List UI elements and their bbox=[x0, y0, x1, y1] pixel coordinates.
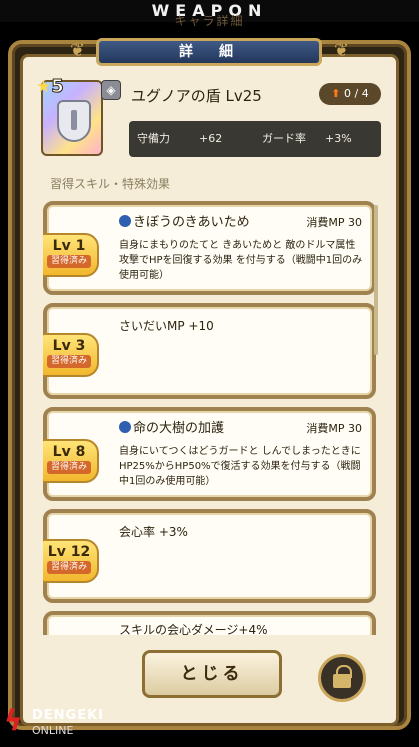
skill-card[interactable]: Lv 12 習得済み 会心率 +3% bbox=[43, 509, 376, 603]
watermark-brand-sub: ONLINE bbox=[32, 724, 74, 737]
skill-card[interactable]: Lv 8 習得済み 命の大樹の加護 消費MP 30 自身にいてつくはどうガードと… bbox=[43, 407, 376, 501]
mp-cost: 消費MP 30 bbox=[306, 216, 362, 229]
level-tag: Lv 1 習得済み bbox=[43, 233, 99, 277]
skill-title: 命の大樹の加護 bbox=[119, 417, 224, 436]
item-name: ユグノアの盾 Lv25 bbox=[131, 87, 262, 105]
rarity-badge: ★5 bbox=[36, 76, 64, 98]
screen-title: キャラ詳細 bbox=[174, 14, 245, 28]
defense-value: +62 bbox=[199, 132, 223, 145]
skill-card[interactable]: Lv 1 習得済み きぼうのきあいため 消費MP 30 自身にまもりのたてと き… bbox=[43, 201, 376, 295]
guard-value: +3% bbox=[325, 132, 352, 145]
lock-icon bbox=[333, 665, 352, 688]
skill-title: きぼうのきあいため bbox=[119, 211, 250, 230]
level-tag: Lv 8 習得済み bbox=[43, 439, 99, 483]
effect-text: 会心率 +3% bbox=[119, 525, 188, 539]
star-icon: ★ bbox=[36, 77, 52, 97]
shield-type-icon: ◈ bbox=[101, 80, 121, 100]
skill-list[interactable]: Lv 1 習得済み きぼうのきあいため 消費MP 30 自身にまもりのたてと き… bbox=[43, 195, 386, 635]
panel-title: 詳 細 bbox=[96, 38, 322, 66]
ornament-right-icon: ❦ bbox=[334, 40, 350, 61]
guard-label: ガード率 bbox=[262, 132, 306, 145]
watermark: ϟ DENGEKI ONLINE bbox=[0, 700, 140, 747]
shield-icon bbox=[57, 100, 91, 142]
skill-description: 自身にまもりのたてと きあいためと 敵のドルマ属性攻撃でHPを回復する効果 を付… bbox=[119, 240, 363, 281]
arrow-up-icon: ⬆ bbox=[331, 87, 341, 100]
effect-text: さいだいMP +10 bbox=[119, 319, 214, 333]
section-label: 習得スキル・特殊効果 bbox=[50, 177, 171, 191]
skill-icon bbox=[119, 215, 131, 227]
level-tag: Lv 3 習得済み bbox=[43, 333, 99, 377]
skill-description: 自身にいてつくはどうガードと しんでしまったときに HP25%からHP50%で復… bbox=[119, 446, 361, 487]
defense-label: 守備力 bbox=[137, 132, 170, 145]
lock-button[interactable] bbox=[318, 654, 366, 702]
bolt-logo-icon: ϟ bbox=[4, 704, 23, 737]
effect-text: スキルの会心ダメージ+4% bbox=[119, 623, 268, 635]
level-tag: Lv 12 習得済み bbox=[43, 539, 99, 583]
ornament-left-icon: ❦ bbox=[70, 40, 86, 61]
watermark-brand: DENGEKI bbox=[32, 708, 105, 723]
skill-card[interactable]: スキルの会心ダメージ+4% bbox=[43, 611, 376, 635]
skill-icon bbox=[119, 421, 131, 433]
stats-bar: 守備力 +62 ガード率 +3% bbox=[129, 121, 381, 157]
skill-card[interactable]: Lv 3 習得済み さいだいMP +10 bbox=[43, 303, 376, 399]
close-button[interactable]: とじる bbox=[142, 650, 282, 698]
mp-cost: 消費MP 30 bbox=[306, 422, 362, 435]
scrollbar[interactable] bbox=[374, 205, 378, 355]
upgrade-counter: ⬆ 0 / 4 bbox=[319, 83, 381, 105]
